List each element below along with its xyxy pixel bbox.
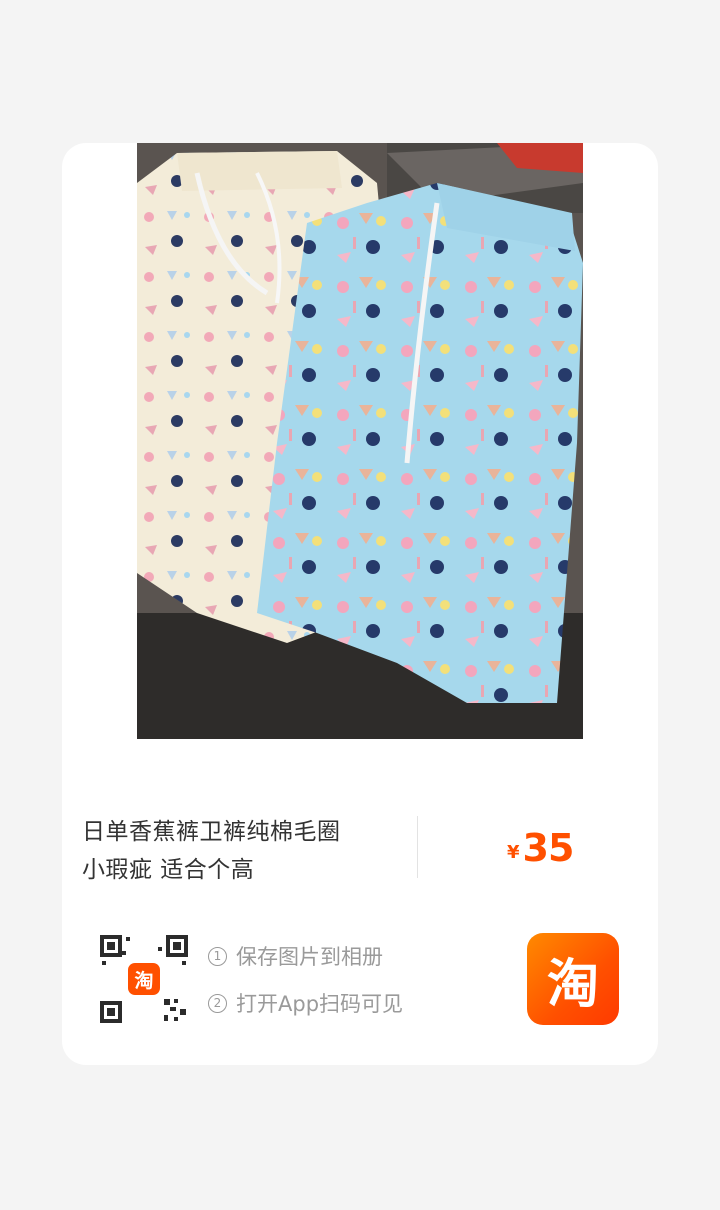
product-image[interactable] bbox=[137, 143, 583, 739]
product-title: 日单香蕉裤卫裤纯棉毛圈 小瑕疵 适合个高 bbox=[82, 813, 402, 889]
step-1-number: 1 bbox=[208, 946, 227, 966]
product-title-line-1: 日单香蕉裤卫裤纯棉毛圈 bbox=[82, 819, 341, 845]
product-title-line-2: 小瑕疵 适合个高 bbox=[82, 857, 255, 883]
price: ¥35 bbox=[507, 826, 575, 870]
step-save-image: 1 保存图片到相册 bbox=[208, 941, 383, 971]
taobao-logo-icon[interactable]: 淘 bbox=[527, 933, 619, 1025]
currency-symbol: ¥ bbox=[507, 842, 520, 863]
share-card: 日单香蕉裤卫裤纯棉毛圈 小瑕疵 适合个高 ¥35 淘 1 保存图片到相册 2 打… bbox=[62, 143, 658, 1065]
qr-code[interactable]: 淘 bbox=[98, 933, 190, 1025]
step-scan-code: 2 打开App扫码可见 bbox=[208, 988, 403, 1018]
price-amount: 35 bbox=[522, 826, 575, 870]
divider bbox=[417, 816, 418, 878]
taobao-badge-icon: 淘 bbox=[128, 963, 160, 995]
step-1-text: 保存图片到相册 bbox=[236, 945, 383, 969]
step-2-text: 打开App扫码可见 bbox=[236, 992, 404, 1016]
step-2-number: 2 bbox=[208, 993, 227, 1013]
